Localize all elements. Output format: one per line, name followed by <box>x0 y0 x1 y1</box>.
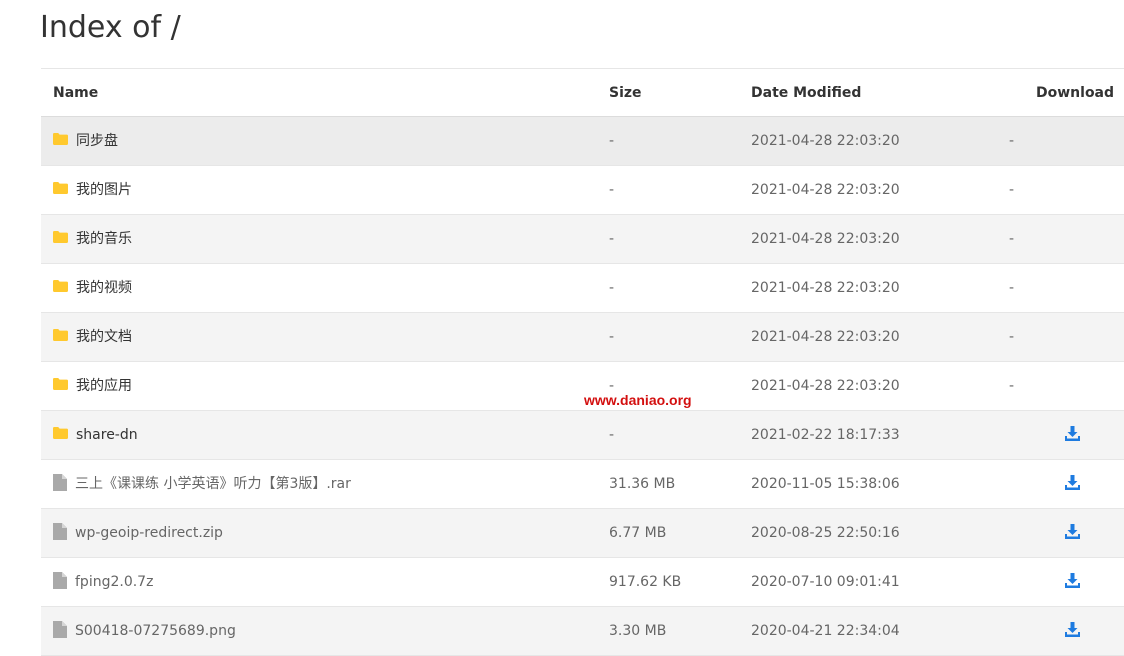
file-link[interactable]: 三上《课课练 小学英语》听力【第3版】.rar <box>53 460 351 508</box>
item-size: - <box>609 182 615 198</box>
folder-link[interactable]: share-dn <box>53 411 138 459</box>
item-date-modified: 2021-04-28 22:03:20 <box>751 280 900 296</box>
folder-link[interactable]: 我的视频 <box>53 264 132 312</box>
item-size: 3.30 MB <box>609 623 667 639</box>
header-date-modified[interactable]: Date Modified <box>751 69 861 117</box>
item-size: - <box>609 133 615 149</box>
file-icon <box>53 473 67 492</box>
download-placeholder: - <box>1009 182 1015 198</box>
download-icon[interactable] <box>1065 509 1081 557</box>
download-icon[interactable] <box>1065 607 1081 655</box>
item-name: fping2.0.7z <box>75 574 154 590</box>
folder-icon <box>53 182 68 198</box>
header-name[interactable]: Name <box>53 69 98 117</box>
file-icon <box>53 620 67 639</box>
table-row: 我的视频 - 2021-04-28 22:03:20 - <box>41 264 1124 313</box>
table-row: 我的图片 - 2021-04-28 22:03:20 - <box>41 166 1124 215</box>
item-name: 我的视频 <box>76 280 132 296</box>
file-link[interactable]: fping2.0.7z <box>53 558 153 606</box>
item-name: 我的应用 <box>76 378 132 394</box>
folder-link[interactable]: 同步盘 <box>53 117 118 165</box>
item-name: 同步盘 <box>76 133 118 149</box>
folder-link[interactable]: 我的图片 <box>53 166 132 214</box>
item-date-modified: 2021-04-28 22:03:20 <box>751 182 900 198</box>
file-icon <box>53 571 67 590</box>
table-row: 三上《课课练 小学英语》听力【第3版】.rar 31.36 MB 2020-11-0… <box>41 460 1124 509</box>
folder-icon <box>53 133 68 149</box>
item-size: - <box>609 231 615 247</box>
download-icon[interactable] <box>1065 411 1081 459</box>
item-name: 我的图片 <box>76 182 132 198</box>
file-icon <box>53 522 67 541</box>
table-row: wp-geoip-redirect.zip 6.77 MB 2020-08-25 2… <box>41 509 1124 558</box>
header-size[interactable]: Size <box>609 69 642 117</box>
download-icon[interactable] <box>1065 460 1081 508</box>
item-size: - <box>609 280 615 296</box>
file-link[interactable]: S00418-07275689.png <box>53 607 236 655</box>
folder-icon <box>53 231 68 247</box>
header-download: Download <box>1036 85 1115 101</box>
item-date-modified: 2020-11-05 15:38:06 <box>751 476 900 492</box>
item-date-modified: 2021-02-22 18:17:33 <box>751 427 900 443</box>
item-date-modified: 2021-04-28 22:03:20 <box>751 231 900 247</box>
file-listing: Name Size Date Modified Download 同步盘 - 202… <box>41 68 1124 656</box>
table-row: share-dn - 2021-02-22 18:17:33 <box>41 411 1124 460</box>
item-name: share-dn <box>76 427 138 443</box>
folder-icon <box>53 427 68 443</box>
item-date-modified: 2021-04-28 22:03:20 <box>751 133 900 149</box>
folder-icon <box>53 280 68 296</box>
file-link[interactable]: wp-geoip-redirect.zip <box>53 509 223 557</box>
download-placeholder: - <box>1009 231 1015 247</box>
item-size: 917.62 KB <box>609 574 682 590</box>
item-size: 31.36 MB <box>609 476 676 492</box>
download-placeholder: - <box>1009 378 1015 394</box>
folder-link[interactable]: 我的文档 <box>53 313 132 361</box>
item-name: 我的文档 <box>76 329 132 345</box>
item-name: 三上《课课练 小学英语》听力【第3版】.rar <box>75 476 351 492</box>
folder-icon <box>53 329 68 345</box>
item-name: wp-geoip-redirect.zip <box>75 525 223 541</box>
table-row: 我的应用 -2021-04-28 22:03:20- <box>41 362 1124 411</box>
download-placeholder: - <box>1009 329 1015 345</box>
item-date-modified: 2021-04-28 22:03:20 <box>751 329 900 345</box>
table-header: Name Size Date Modified Download <box>41 68 1124 117</box>
table-row: 我的文档 - 2021-04-28 22:03:20 - <box>41 313 1124 362</box>
folder-link[interactable]: 我的音乐 <box>53 215 132 263</box>
item-date-modified: 2020-04-21 22:34:04 <box>751 623 900 639</box>
item-date-modified: 2020-08-25 22:50:16 <box>751 525 900 541</box>
table-row: fping2.0.7z 917.62 KB 2020-07-10 09:01:41 <box>41 558 1124 607</box>
download-placeholder: - <box>1009 280 1015 296</box>
download-icon[interactable] <box>1065 558 1081 606</box>
table-row: 我的音乐 - 2021-04-28 22:03:20 - <box>41 215 1124 264</box>
item-size: 6.77 MB <box>609 525 667 541</box>
table-row: 同步盘 - 2021-04-28 22:03:20 - <box>41 117 1124 166</box>
item-size: - <box>609 329 615 345</box>
item-name: 我的音乐 <box>76 231 132 247</box>
page-title: Index of / <box>40 10 181 45</box>
item-date-modified: 2020-07-10 09:01:41 <box>751 574 900 590</box>
folder-icon <box>53 378 68 394</box>
watermark: www.daniao.org <box>584 392 692 408</box>
item-name: S00418-07275689.png <box>75 623 236 639</box>
download-placeholder: - <box>1009 133 1015 149</box>
folder-link[interactable]: 我的应用 <box>53 362 132 410</box>
item-date-modified: 2021-04-28 22:03:20 <box>751 378 900 394</box>
item-size: - <box>609 427 615 443</box>
